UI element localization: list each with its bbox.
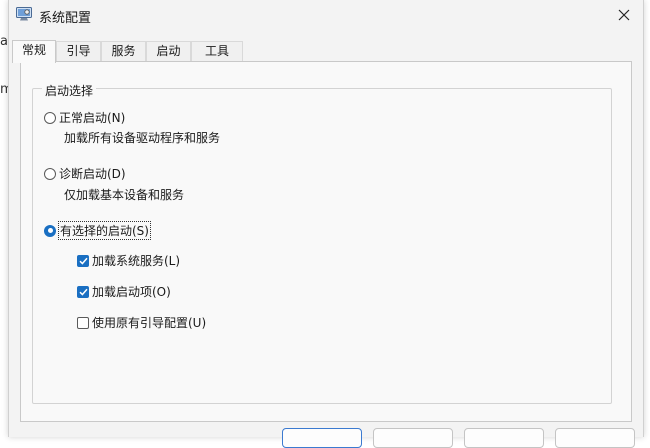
use-original-boot-config-label: 使用原有引导配置(U)	[92, 316, 207, 330]
diagnostic-startup-description: 仅加载基本设备和服务	[64, 188, 185, 202]
tab-bar: 常规 引导 服务 启动 工具	[9, 40, 643, 63]
checkbox-indicator	[77, 316, 89, 329]
normal-startup-radio[interactable]: 正常启动(N)	[44, 109, 125, 126]
help-button[interactable]	[555, 428, 635, 448]
normal-startup-label: 正常启动(N)	[59, 111, 126, 125]
tab-boot[interactable]: 引导	[56, 41, 101, 62]
tab-general[interactable]: 常规	[12, 40, 56, 63]
use-original-boot-config-checkbox[interactable]: 使用原有引导配置(U)	[77, 314, 206, 331]
diagnostic-startup-radio[interactable]: 诊断启动(D)	[44, 165, 126, 182]
title-bar[interactable]: 系统配置	[9, 0, 643, 30]
window-title: 系统配置	[39, 11, 92, 26]
checkbox-indicator	[77, 285, 89, 298]
checkmark-icon	[78, 257, 88, 265]
general-tab-panel: 启动选择 正常启动(N) 加载所有设备驱动程序和服务 诊断启动(D) 仅加载基本…	[20, 61, 632, 422]
load-startup-items-checkbox[interactable]: 加载启动项(O)	[77, 283, 171, 300]
radio-indicator	[44, 111, 56, 124]
tab-tools[interactable]: 工具	[191, 41, 243, 62]
radio-indicator	[44, 167, 56, 180]
ok-button[interactable]	[282, 428, 362, 448]
tab-services[interactable]: 服务	[101, 41, 146, 62]
system-config-window: 系统配置 常规 引导 服务 启动 工具 启动选择 正常启动(N) 加载所有设备驱…	[8, 0, 644, 448]
diagnostic-startup-label: 诊断启动(D)	[59, 167, 126, 181]
close-button[interactable]	[609, 3, 639, 27]
selective-startup-radio[interactable]: 有选择的启动(S)	[44, 221, 151, 240]
apply-button[interactable]	[464, 428, 544, 448]
system-config-icon	[16, 7, 32, 21]
load-system-services-label: 加载系统服务(L)	[92, 254, 181, 268]
load-startup-items-label: 加载启动项(O)	[92, 285, 171, 299]
tab-startup[interactable]: 启动	[146, 41, 191, 62]
normal-startup-description: 加载所有设备驱动程序和服务	[64, 131, 221, 145]
background-text-a: a	[0, 34, 8, 49]
checkmark-icon	[78, 288, 88, 296]
cancel-button[interactable]	[373, 428, 453, 448]
close-icon	[618, 9, 630, 21]
radio-indicator	[44, 224, 56, 237]
selective-startup-label: 有选择的启动(S)	[58, 221, 151, 240]
checkbox-indicator	[77, 254, 89, 267]
startup-selection-legend: 启动选择	[42, 82, 97, 99]
load-system-services-checkbox[interactable]: 加载系统服务(L)	[77, 252, 180, 269]
